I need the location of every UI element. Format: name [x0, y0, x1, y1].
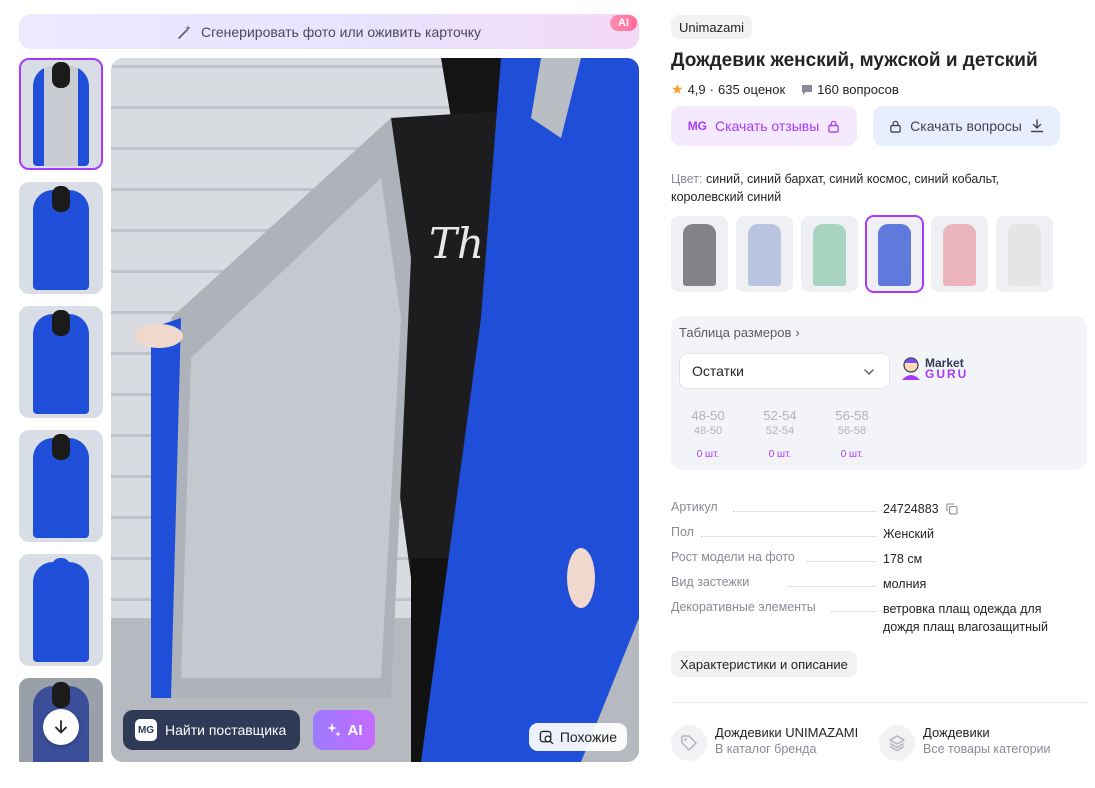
chevron-down-icon [864, 369, 874, 375]
spec-key: Артикул [671, 500, 718, 514]
question-bubble-icon [802, 84, 813, 95]
color-swatch-selected[interactable] [865, 215, 924, 293]
article-number: 24724883 [883, 502, 939, 516]
rating-bar: ★ 4,9 · 635 оценок 160 вопросов [671, 81, 899, 97]
arrow-down-icon [55, 720, 67, 734]
product-title: Дождевик женский, мужской и детский [671, 50, 1038, 71]
rating-value: 4,9 [687, 82, 706, 97]
ai-badge: AI [610, 15, 637, 31]
size-list: 48-50 48-50 0 шт. 52-54 52-54 0 шт. 56-5… [685, 408, 875, 460]
ai-button-label: AI [347, 721, 363, 739]
size-option[interactable]: 48-50 48-50 0 шт. [685, 408, 731, 460]
color-values: синий, синий бархат, синий космос, синий… [671, 172, 1000, 204]
ai-button[interactable]: AI [313, 710, 375, 750]
lock-icon [890, 120, 901, 133]
spec-value: Женский [883, 527, 934, 541]
stock-select-value: Остатки [692, 363, 744, 379]
download-reviews-button[interactable]: MG Скачать отзывы [671, 106, 857, 146]
size-option[interactable]: 52-54 52-54 0 шт. [757, 408, 803, 460]
star-icon: ★ [671, 81, 684, 97]
product-photo-illustration: Thrift [111, 58, 639, 762]
guru-text: GURU [925, 367, 969, 381]
thumbnail[interactable] [19, 430, 103, 542]
spec-key: Декоративные элементы [671, 600, 816, 614]
sparkle-icon [326, 723, 341, 737]
thumbnail-strip[interactable] [19, 58, 103, 762]
spec-value: 24724883 [883, 500, 1073, 518]
color-swatch[interactable] [931, 216, 988, 292]
spec-key: Пол [671, 525, 694, 539]
spec-value: 178 см [883, 552, 923, 566]
find-supplier-label: Найти поставщика [165, 722, 287, 738]
spec-key: Рост модели на фото [671, 550, 795, 564]
category-link[interactable]: Дождевики Все товары категории [879, 725, 1071, 761]
download-icon [1030, 119, 1044, 133]
spec-value: ветровка плащ одежда для дождя плащ влаг… [883, 602, 1049, 634]
thumbnail[interactable] [19, 58, 103, 170]
similar-label: Похожие [559, 729, 617, 745]
ai-banner-text: Сгенерировать фото или оживить карточку [200, 23, 482, 40]
scroll-down-button[interactable] [43, 709, 79, 745]
color-swatch[interactable] [671, 216, 728, 292]
category-subtitle: Все товары категории [923, 742, 1051, 756]
mg-logo-icon: MG [135, 719, 157, 741]
characteristics-button[interactable]: Характеристики и описание [671, 651, 857, 677]
magic-wand-icon [178, 24, 191, 39]
color-swatch[interactable] [801, 216, 858, 292]
color-swatch[interactable] [996, 216, 1053, 292]
chevron-right-icon: › [795, 325, 800, 340]
color-swatches[interactable] [671, 215, 1053, 293]
main-product-photo[interactable]: Thrift MG Найти поставщика AI Похожие [111, 58, 639, 762]
divider [671, 702, 1087, 703]
reviews-count[interactable]: 635 оценок [718, 82, 785, 97]
image-search-icon [539, 730, 554, 744]
spec-value: молния [883, 577, 927, 591]
copy-icon[interactable] [946, 503, 958, 515]
guru-mascot-icon [902, 357, 920, 380]
brand-catalog-link[interactable]: Дождевики UNIMAZAMI В каталог бренда [671, 725, 863, 761]
ai-generate-banner[interactable]: Сгенерировать фото или оживить карточку … [19, 14, 639, 49]
thumbnail[interactable] [19, 306, 103, 418]
download-questions-label: Скачать вопросы [910, 118, 1022, 134]
find-supplier-button[interactable]: MG Найти поставщика [123, 710, 301, 750]
spec-key: Вид застежки [671, 575, 750, 589]
color-label: Цвет: [671, 172, 703, 186]
color-description: Цвет: синий, синий бархат, синий космос,… [671, 170, 1051, 206]
mg-logo-icon: MG [687, 119, 708, 133]
download-questions-button[interactable]: Скачать вопросы [873, 106, 1060, 146]
size-table-label: Таблица размеров [679, 325, 792, 340]
thumbnail[interactable] [19, 554, 103, 666]
tag-icon [671, 725, 707, 761]
similar-button[interactable]: Похожие [528, 723, 627, 751]
size-option[interactable]: 56-58 56-58 0 шт. [829, 408, 875, 460]
category-title: Дождевики [923, 725, 990, 740]
size-table-link[interactable]: Таблица размеров › [679, 325, 800, 340]
download-reviews-label: Скачать отзывы [715, 118, 820, 134]
brand-catalog-title: Дождевики UNIMAZAMI [715, 725, 859, 740]
questions-count[interactable]: 160 вопросов [817, 82, 899, 97]
thumbnail[interactable] [19, 182, 103, 294]
size-panel: Таблица размеров › Остатки Market GURU 4… [671, 316, 1087, 470]
brand-catalog-subtitle: В каталог бренда [715, 742, 817, 756]
stock-select[interactable]: Остатки [679, 353, 890, 389]
color-swatch[interactable] [736, 216, 793, 292]
brand-link[interactable]: Unimazami [671, 15, 753, 39]
lock-icon [828, 120, 840, 133]
layers-icon [879, 725, 915, 761]
market-guru-logo: Market GURU [899, 356, 968, 382]
